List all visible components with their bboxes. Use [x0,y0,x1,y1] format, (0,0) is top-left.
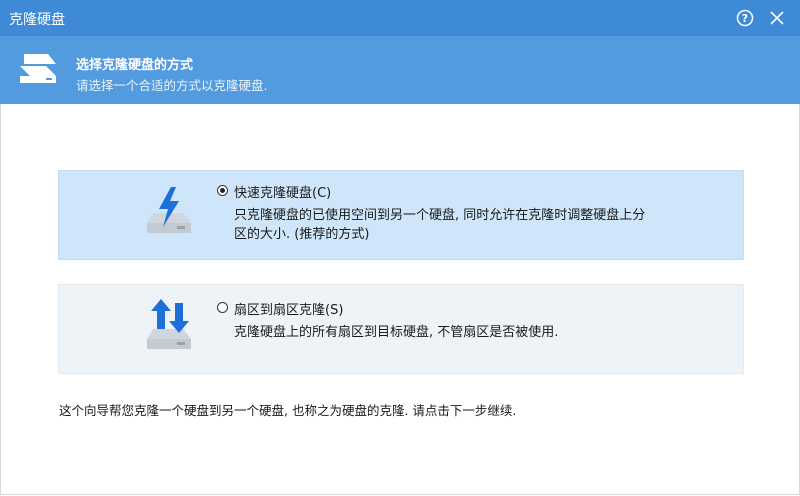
close-button[interactable] [765,6,789,30]
disk-clone-icon [20,54,56,83]
option-fast-clone-description: 只克隆硬盘的已使用空间到另一个硬盘, 同时允许在克隆时调整硬盘上分区的大小. (… [234,208,646,242]
option-sector-clone[interactable]: 扇区到扇区克隆(S) 克隆硬盘上的所有扇区到目标硬盘, 不管扇区是否被使用. [58,284,744,374]
option-fast-clone-label: 快速克隆硬盘(C) [234,186,332,201]
disk-lightning-icon [147,187,191,233]
help-circle-icon: ? [736,9,754,27]
disk-transfer-icon [147,299,191,349]
header-title: 选择克隆硬盘的方式 [76,58,194,73]
wizard-footer-text: 这个向导帮您克隆一个硬盘到另一个硬盘, 也称之为硬盘的克隆. 请点击下一步继续. [59,403,517,418]
header-subtitle: 请选择一个合适的方式以克隆硬盘. [76,78,268,93]
svg-text:?: ? [742,12,748,25]
close-icon [770,11,784,25]
window-title: 克隆硬盘 [9,12,65,28]
option-sector-clone-label: 扇区到扇区克隆(S) [234,303,344,318]
radio-fast-clone[interactable] [217,185,228,196]
title-bar: 克隆硬盘 ? [0,0,800,36]
option-sector-clone-description: 克隆硬盘上的所有扇区到目标硬盘, 不管扇区是否被使用. [234,325,559,340]
help-button[interactable]: ? [733,6,757,30]
radio-sector-clone[interactable] [217,302,228,313]
wizard-header: 选择克隆硬盘的方式 请选择一个合适的方式以克隆硬盘. [0,36,800,104]
option-fast-clone[interactable]: 快速克隆硬盘(C) 只克隆硬盘的已使用空间到另一个硬盘, 同时允许在克隆时调整硬… [58,170,744,260]
